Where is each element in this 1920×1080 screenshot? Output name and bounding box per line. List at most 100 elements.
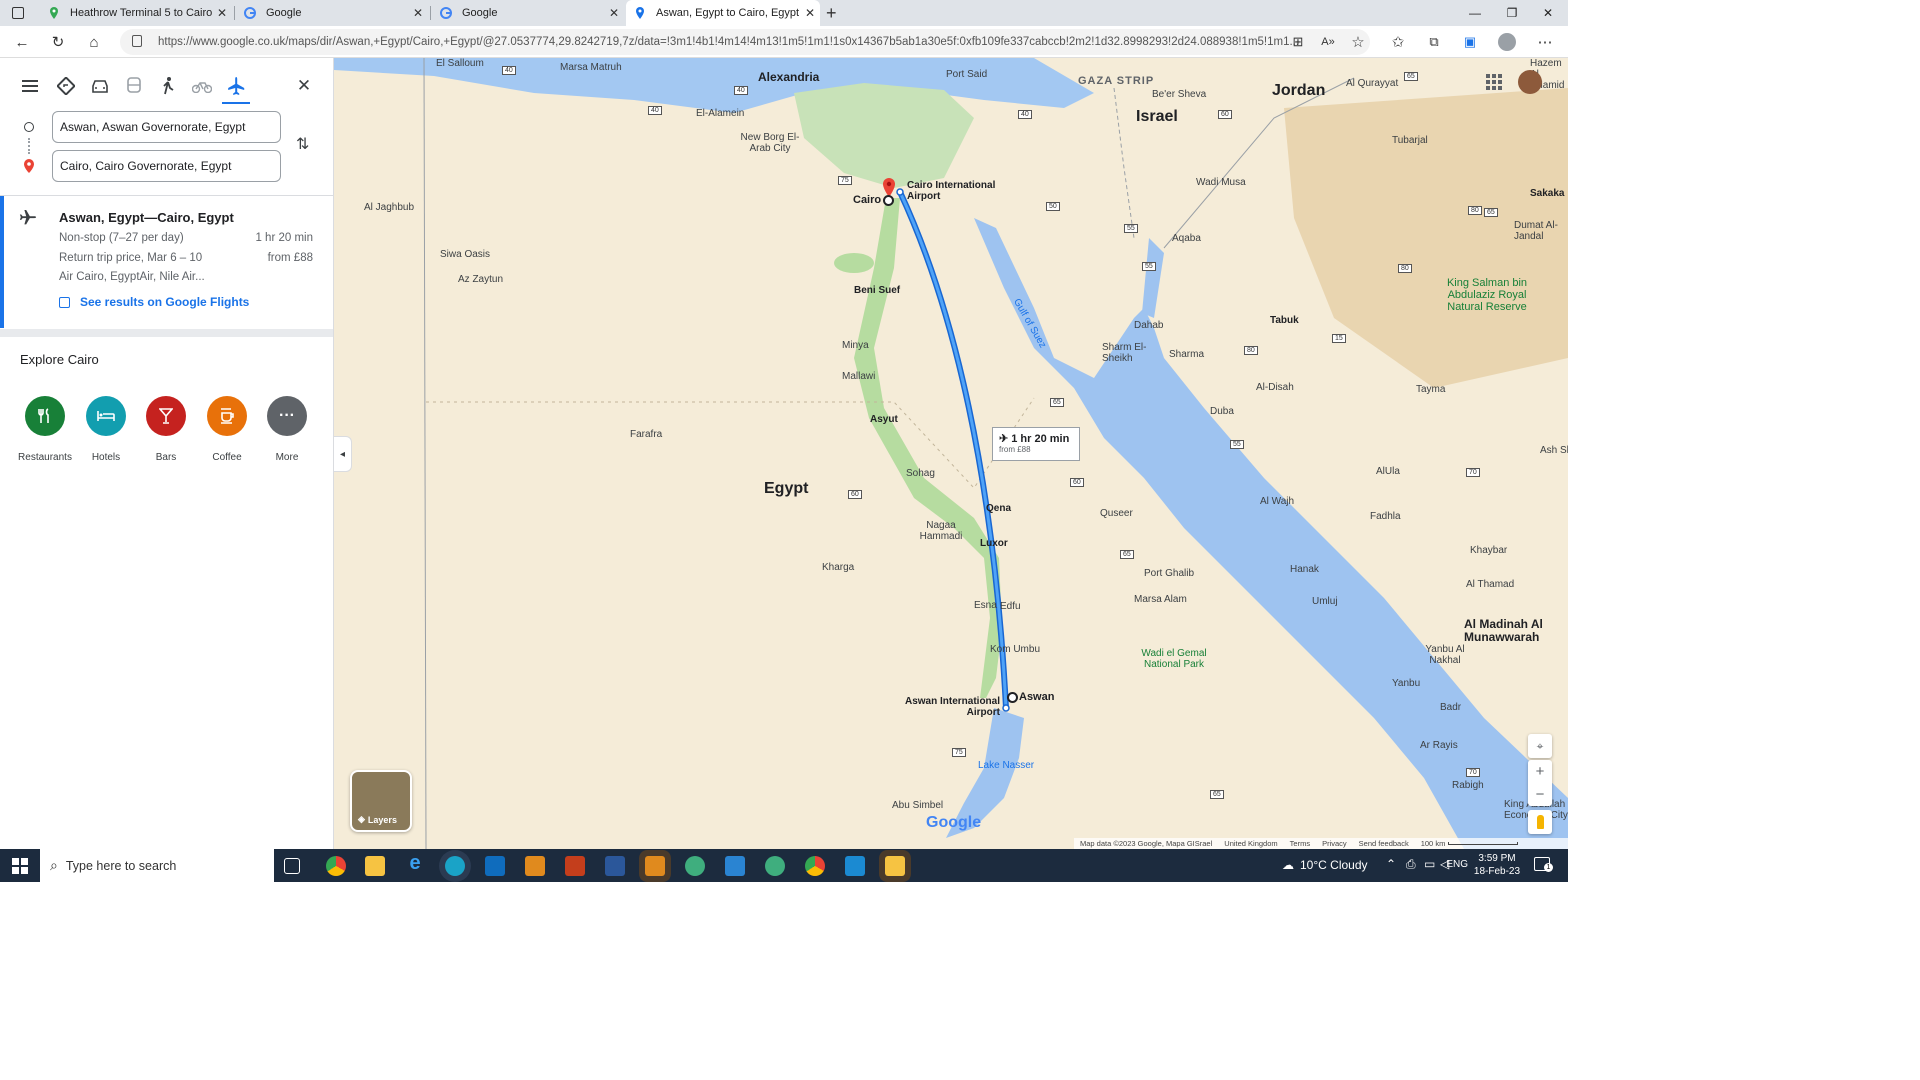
region-link[interactable]: United Kingdom	[1224, 839, 1277, 848]
task-view-icon[interactable]	[284, 858, 300, 874]
tab-google-2[interactable]: Google ✕	[432, 0, 624, 26]
account-avatar[interactable]	[1518, 70, 1542, 94]
app-green-icon-2[interactable]	[765, 856, 785, 876]
close-tab-icon[interactable]: ✕	[800, 6, 820, 20]
close-window-button[interactable]: ✕	[1528, 0, 1568, 26]
show-hidden-icons-icon[interactable]: ⌃	[1386, 857, 1396, 871]
close-tab-icon[interactable]: ✕	[408, 6, 428, 20]
network-icon[interactable]: ▭	[1424, 857, 1435, 871]
collapse-panel-button[interactable]: ◂	[334, 436, 352, 472]
airplane-icon: ✈	[999, 433, 1009, 445]
tab-title: Google	[462, 7, 498, 19]
origin-input[interactable]: Aswan, Aswan Governorate, Egypt	[52, 111, 281, 143]
extension-icon[interactable]: ▣	[1458, 32, 1482, 52]
best-route-icon[interactable]	[52, 74, 80, 98]
flights-icon[interactable]	[222, 74, 250, 98]
layers-button[interactable]: ◈ Layers	[350, 770, 412, 832]
tab-google-1[interactable]: Google ✕	[236, 0, 428, 26]
clock-date: 18-Feb-23	[1473, 866, 1521, 877]
media-player-icon[interactable]	[525, 856, 545, 876]
road-number: 70	[1466, 768, 1480, 777]
sticky-notes-icon[interactable]	[885, 856, 905, 876]
map-label: Cairo	[853, 194, 882, 206]
driving-icon[interactable]	[86, 74, 114, 98]
zoom-out-button[interactable]: −	[1528, 783, 1552, 806]
taskbar-search-box[interactable]: ⌕ Type here to search	[40, 849, 274, 882]
word-icon[interactable]	[605, 856, 625, 876]
vscode-icon[interactable]	[845, 856, 865, 876]
category-more[interactable]: ··· More	[257, 396, 317, 463]
restore-button[interactable]: ❐	[1492, 0, 1532, 26]
internet-explorer-icon[interactable]: e	[405, 852, 425, 874]
edge-icon[interactable]	[445, 856, 465, 876]
close-tab-icon[interactable]: ✕	[212, 6, 232, 20]
weather-widget[interactable]: ☁ 10°C Cloudy	[1282, 858, 1368, 872]
profile-avatar[interactable]	[1498, 33, 1516, 51]
start-button[interactable]	[12, 858, 28, 874]
flight-result-card[interactable]: Aswan, Egypt—Cairo, Egypt Non-stop (7–27…	[0, 196, 333, 328]
app-green-icon[interactable]	[685, 856, 705, 876]
more-dots-icon: ···	[267, 396, 307, 436]
photos-icon[interactable]	[725, 856, 745, 876]
apps-grid-icon[interactable]	[1486, 74, 1502, 90]
close-directions-icon[interactable]: ✕	[290, 74, 318, 98]
tab-heathrow-cairo[interactable]: Heathrow Terminal 5 to Cairo, Eg ✕	[40, 0, 232, 26]
store-icon[interactable]	[485, 856, 505, 876]
category-bars[interactable]: Bars	[136, 396, 196, 463]
category-restaurants[interactable]: Restaurants	[15, 396, 75, 463]
map-label: Aqaba	[1172, 233, 1201, 244]
new-tab-button[interactable]: +	[826, 3, 837, 24]
pegman-icon[interactable]	[1528, 810, 1552, 834]
lock-icon[interactable]	[132, 35, 142, 47]
collections-icon[interactable]: ⧉	[1422, 32, 1446, 52]
my-location-button[interactable]: ⌖	[1528, 734, 1552, 758]
url-bar[interactable]: https://www.google.co.uk/maps/dir/Aswan,…	[120, 29, 1370, 55]
flight-route-line	[896, 188, 1010, 712]
tab-aswan-cairo[interactable]: Aswan, Egypt to Cairo, Egypt - G ✕	[626, 0, 820, 26]
zoom-in-button[interactable]: +	[1528, 760, 1552, 783]
chrome-icon[interactable]	[326, 856, 346, 876]
scale-bar[interactable]: 100 km	[1421, 839, 1519, 848]
language-indicator[interactable]: ENG	[1446, 859, 1468, 870]
route-duration-callout[interactable]: ✈ 1 hr 20 min from £88	[992, 427, 1080, 461]
road-number: 15	[1332, 334, 1346, 343]
privacy-link[interactable]: Privacy	[1322, 839, 1347, 848]
transit-icon[interactable]	[120, 74, 148, 98]
read-aloud-icon[interactable]: A»	[1316, 32, 1340, 52]
add-favorite-icon[interactable]: ☆	[1346, 32, 1370, 52]
chrome-icon-2[interactable]	[805, 856, 825, 876]
google-flights-link[interactable]: See results on Google Flights	[59, 295, 249, 309]
swap-locations-icon[interactable]: ⇅	[296, 134, 309, 154]
send-feedback-link[interactable]: Send feedback	[1359, 839, 1409, 848]
tab-actions-icon[interactable]	[12, 7, 24, 19]
hamburger-menu-icon[interactable]	[16, 74, 44, 98]
powerpoint-icon[interactable]	[565, 856, 585, 876]
tab-strip: Heathrow Terminal 5 to Cairo, Eg ✕ Googl…	[0, 0, 1568, 26]
walking-icon[interactable]	[154, 74, 182, 98]
map-label: Be'er Sheva	[1152, 89, 1207, 100]
category-hotels[interactable]: Hotels	[76, 396, 136, 463]
destination-pin-icon	[24, 159, 34, 173]
home-icon[interactable]: ⌂	[82, 32, 106, 52]
minimize-button[interactable]: —	[1455, 0, 1495, 26]
back-arrow-icon[interactable]: ←	[10, 32, 34, 52]
scale-label: 100 km	[1420, 839, 1446, 848]
onedrive-icon[interactable]: ⎙	[1406, 857, 1416, 872]
app-available-icon[interactable]: ⊞	[1286, 32, 1310, 52]
map-label: Kom Umbu	[990, 644, 1041, 655]
clock[interactable]: 3:59 PM 18-Feb-23	[1466, 852, 1528, 878]
map-label: Khaybar	[1470, 545, 1508, 556]
outlook-icon[interactable]	[645, 856, 665, 876]
notification-center-icon[interactable]: 1	[1534, 857, 1553, 872]
refresh-icon[interactable]: ↻	[46, 32, 70, 52]
more-menu-icon[interactable]: ⋯	[1533, 32, 1557, 52]
route-price: from £88	[999, 445, 1031, 454]
map-canvas[interactable]: ✈ 1 hr 20 min from £88 El Salloum Marsa …	[334, 58, 1568, 849]
favorites-icon[interactable]: ✩	[1386, 32, 1410, 52]
cycling-icon[interactable]	[188, 74, 216, 98]
terms-link[interactable]: Terms	[1290, 839, 1310, 848]
category-coffee[interactable]: Coffee	[197, 396, 257, 463]
close-tab-icon[interactable]: ✕	[604, 6, 624, 20]
file-explorer-icon[interactable]	[365, 856, 385, 876]
destination-input[interactable]: Cairo, Cairo Governorate, Egypt	[52, 150, 281, 182]
